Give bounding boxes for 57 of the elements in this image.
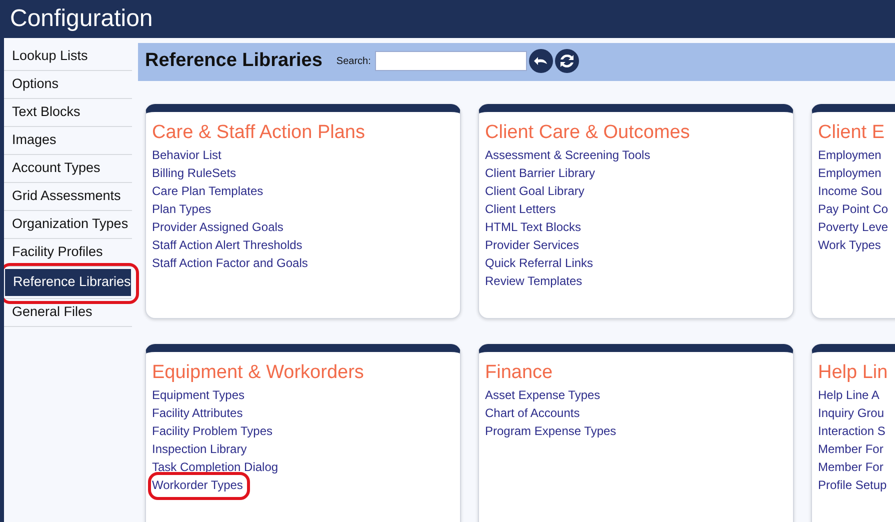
library-link[interactable]: Income Sou	[818, 182, 882, 200]
sidebar-item[interactable]: Account Types	[4, 155, 132, 182]
library-link[interactable]: Plan Types	[152, 200, 212, 218]
library-link[interactable]: Client Letters	[485, 200, 556, 218]
library-link[interactable]: Task Completion Dialog	[152, 458, 278, 476]
page-title: Reference Libraries	[145, 50, 322, 72]
sidebar-item[interactable]: Organization Types	[4, 211, 132, 238]
library-link[interactable]: Client Barrier Library	[485, 164, 596, 182]
library-link[interactable]: Work Types	[818, 236, 881, 254]
sidebar-item[interactable]: Text Blocks	[4, 99, 132, 126]
card-title: Finance	[485, 361, 554, 385]
sidebar-item[interactable]: Lookup Lists	[4, 43, 132, 70]
library-link[interactable]: Help Line A	[818, 386, 880, 404]
library-link[interactable]: Client Goal Library	[485, 182, 584, 200]
sidebar-item[interactable]: Reference Libraries	[5, 269, 131, 296]
card-title: Client Care & Outcomes	[485, 121, 691, 145]
library-link[interactable]: Chart of Accounts	[485, 404, 580, 422]
library-link[interactable]: Equipment Types	[152, 386, 245, 404]
library-link[interactable]: Quick Referral Links	[485, 254, 594, 272]
sidebar-item[interactable]: Grid Assessments	[4, 183, 132, 210]
library-link[interactable]: Member For	[818, 458, 884, 476]
library-link[interactable]: Member For	[818, 440, 884, 458]
library-link[interactable]: HTML Text Blocks	[485, 218, 582, 236]
search-field[interactable]	[374, 51, 527, 71]
card-title: Client E	[818, 121, 886, 145]
card-title: Equipment & Workorders	[152, 361, 365, 385]
library-link[interactable]: Review Templates	[485, 272, 582, 290]
window-title: Configuration	[10, 5, 153, 33]
library-link[interactable]: Profile Setup	[818, 476, 887, 494]
library-link[interactable]: Pay Point Co	[818, 200, 888, 218]
library-link[interactable]: Facility Attributes	[152, 404, 243, 422]
library-link[interactable]: Employmen	[818, 164, 882, 182]
library-link[interactable]: Inspection Library	[152, 440, 247, 458]
library-link[interactable]: Staff Action Factor and Goals	[152, 254, 308, 272]
library-link[interactable]: Provider Assigned Goals	[152, 218, 284, 236]
library-link[interactable]: Inquiry Grou	[818, 404, 884, 422]
library-link[interactable]: Assessment & Screening Tools	[485, 146, 650, 164]
search-label: Search:	[336, 56, 371, 66]
refresh-icon[interactable]	[554, 49, 579, 73]
library-link[interactable]: Employmen	[818, 146, 882, 164]
sidebar-item[interactable]: Facility Profiles	[4, 239, 132, 266]
library-link[interactable]: Asset Expense Types	[485, 386, 600, 404]
sidebar-item[interactable]: General Files	[4, 299, 132, 326]
card-title: Help Lin	[818, 361, 889, 385]
library-link[interactable]: Workorder Types	[152, 476, 243, 494]
sidebar-item[interactable]: Options	[4, 71, 132, 98]
library-link[interactable]: Staff Action Alert Thresholds	[152, 236, 302, 254]
library-link[interactable]: Program Expense Types	[485, 422, 616, 440]
card-title: Care & Staff Action Plans	[152, 121, 366, 145]
library-link[interactable]: Care Plan Templates	[152, 182, 264, 200]
library-link[interactable]: Poverty Leve	[818, 218, 888, 236]
library-link[interactable]: Provider Services	[485, 236, 580, 254]
library-link[interactable]: Billing RuleSets	[152, 164, 236, 182]
library-link[interactable]: Behavior List	[152, 146, 222, 164]
library-link[interactable]: Facility Problem Types	[152, 422, 272, 440]
library-link[interactable]: Interaction S	[818, 422, 886, 440]
sidebar-item[interactable]: Images	[4, 127, 132, 154]
